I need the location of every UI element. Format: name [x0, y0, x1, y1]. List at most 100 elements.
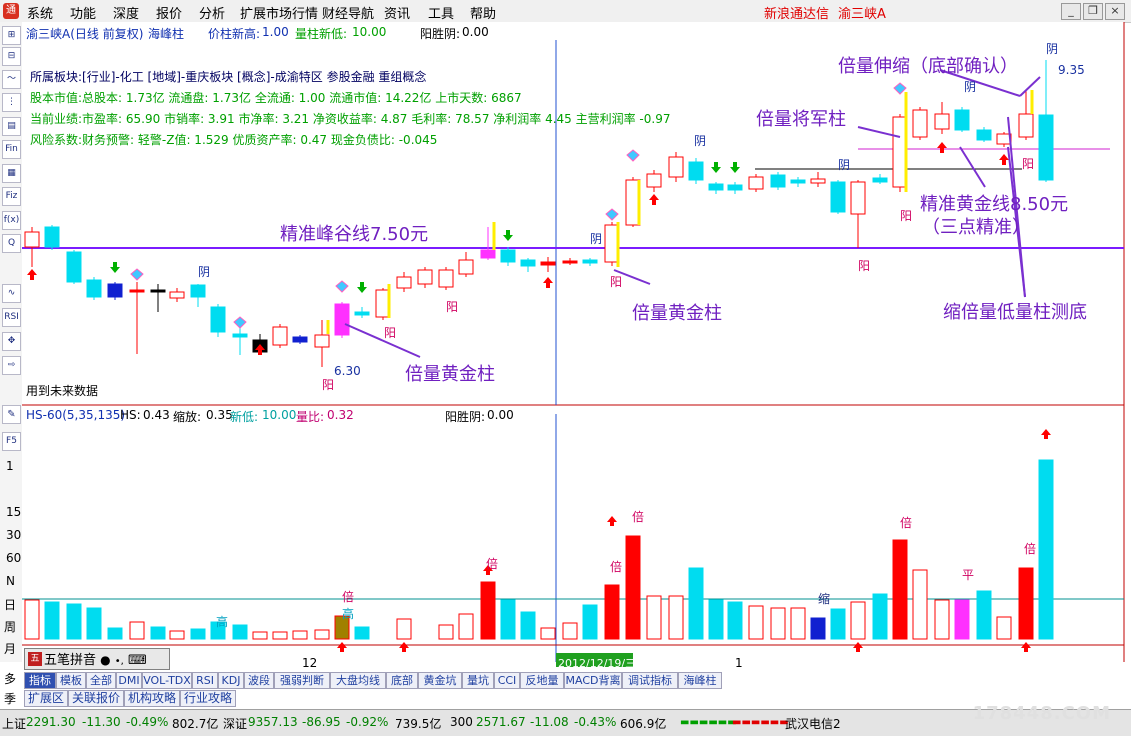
candle-body [850, 181, 866, 215]
tab-all[interactable]: 全部 [86, 672, 116, 689]
info-sector: 所属板块:[行业]-化工 [地域]-重庆板块 [概念]-成渝特区 参股金融 重组… [30, 70, 427, 84]
vol-ratio-value: 0.32 [327, 408, 354, 422]
info-risk: 风险系数:财务预警: 轻警-Z值: 1.529 优质资产率: 0.47 现金负债… [30, 133, 438, 147]
annot-golden-pillar-2: 倍量黄金柱 [632, 303, 722, 324]
y-axis-60: 60 [6, 551, 22, 565]
hs-label: HS: [120, 408, 141, 422]
candle-body [668, 156, 684, 178]
minimize-icon[interactable]: _ [1061, 3, 1081, 20]
volume-bar [668, 595, 684, 640]
yin-label: 阴 [1046, 42, 1059, 56]
candle-body [770, 174, 786, 188]
annot-shrink-test: 缩倍量低量柱测底 [943, 302, 1087, 323]
volume-bar [562, 622, 578, 640]
annot-three-points: （三点精准） [922, 217, 1030, 238]
ime-fullwidth-icon[interactable]: ● [100, 653, 110, 667]
menu-depth[interactable]: 深度 [113, 3, 139, 22]
tab-ext-area[interactable]: 扩展区 [24, 690, 68, 707]
volume-bar [150, 626, 166, 640]
ime-toolbar[interactable]: 五五笔拼音 ● •, ⌨ [24, 648, 170, 670]
ime-label: 五笔拼音 [44, 653, 97, 668]
info-performance: 当前业绩:市盈率: 65.90 市销率: 3.91 市净率: 3.21 净资收益… [30, 112, 671, 126]
tab-anti-low-vol[interactable]: 反地量 [520, 672, 564, 689]
candle-body [232, 333, 248, 338]
volume-bar [86, 607, 102, 640]
period-season[interactable]: 季 [4, 690, 16, 707]
volume-bar [232, 624, 248, 640]
yang-label: 阳 [322, 378, 335, 392]
menu-tools[interactable]: 工具 [428, 3, 454, 22]
volume-bar [500, 599, 516, 640]
volume-bar [354, 626, 370, 640]
tab-indicator[interactable]: 指标 [24, 672, 56, 689]
tab-macd-div[interactable]: MACD背离 [564, 672, 622, 689]
yin-label: 阴 [694, 134, 707, 148]
volume-bar [954, 599, 970, 640]
sh-amount: 802.7亿 [172, 717, 219, 731]
menu-analysis[interactable]: 分析 [199, 3, 225, 22]
restore-icon[interactable]: ❐ [1083, 3, 1103, 20]
tab-cci[interactable]: CCI [494, 672, 520, 689]
volume-bar [438, 624, 454, 640]
yang-label: 阳 [1022, 157, 1035, 171]
yin-label: 阴 [838, 158, 851, 172]
app-logo-icon: 通 [3, 3, 19, 19]
menu-ext-market[interactable]: 扩展市场行情 [240, 3, 318, 22]
candle-body [810, 178, 826, 184]
tab-rsi[interactable]: RSI [192, 672, 218, 689]
candle-body [1038, 114, 1054, 181]
menu-news[interactable]: 资讯 [384, 3, 410, 22]
menu-function[interactable]: 功能 [70, 3, 96, 22]
volume-bar [996, 616, 1012, 640]
ime-punct-icon[interactable]: •, [115, 656, 124, 667]
vol-ratio-label: 量比: [296, 410, 325, 424]
annot-peak-valley: 精准峰谷线7.50元 [280, 224, 429, 245]
tab-vol-pit[interactable]: 量坑 [462, 672, 494, 689]
tab-band[interactable]: 波段 [244, 672, 274, 689]
candle-body [44, 226, 60, 248]
tab-dmi[interactable]: DMI [116, 672, 142, 689]
volume-bar [892, 539, 908, 640]
i300-change: -11.08 [530, 715, 569, 729]
tab-kdj[interactable]: KDJ [218, 672, 244, 689]
menu-help[interactable]: 帮助 [470, 3, 496, 22]
tab-ind-strategy[interactable]: 行业攻略 [180, 690, 236, 707]
close-icon[interactable]: × [1105, 3, 1125, 20]
tab-strength[interactable]: 强弱判断 [274, 672, 330, 689]
yang-label: 阳 [858, 259, 871, 273]
candle-body [66, 251, 82, 283]
tab-haifeng[interactable]: 海峰柱 [678, 672, 722, 689]
tab-template[interactable]: 模板 [56, 672, 86, 689]
volume-bar [625, 535, 641, 640]
candle-body [480, 249, 496, 259]
candle-body [396, 276, 412, 289]
volume-bar [107, 627, 123, 640]
y-axis-1: 1 [6, 459, 14, 473]
menu-system[interactable]: 系统 [27, 3, 53, 22]
high-price-label: 9.35 [1058, 63, 1085, 77]
candle-body [562, 260, 578, 264]
candle-body [1018, 113, 1034, 138]
candle-body [210, 306, 226, 333]
tab-inst-strategy[interactable]: 机构攻略 [124, 690, 180, 707]
sh-label: 上证 [2, 717, 27, 731]
menu-quote[interactable]: 报价 [156, 3, 182, 22]
volume-bar [872, 593, 888, 640]
yin-label: 阴 [198, 265, 211, 279]
tab-vol-tdx[interactable]: VOL-TDX [142, 672, 192, 689]
i300-pct: -0.43% [574, 715, 617, 729]
i300-label: 300 [450, 715, 473, 729]
tab-bottom[interactable]: 底部 [386, 672, 418, 689]
tab-golden-pit[interactable]: 黄金坑 [418, 672, 462, 689]
tab-related-quote[interactable]: 关联报价 [68, 690, 124, 707]
bei-label: 倍 [486, 557, 499, 571]
info-capital: 股本市值:总股本: 1.73亿 流通盘: 1.73亿 全流通: 1.00 流通市… [30, 91, 522, 105]
volume-bar [604, 584, 620, 640]
tab-debug[interactable]: 调试指标 [622, 672, 678, 689]
tab-market-ma[interactable]: 大盘均线 [330, 672, 386, 689]
keyboard-icon[interactable]: ⌨ [128, 653, 147, 668]
window-controls: _ ❐ × [1059, 3, 1125, 20]
suo-label: 缩 [818, 592, 831, 606]
watermark: 178448.COM [972, 703, 1111, 724]
menu-fin-nav[interactable]: 财经导航 [322, 3, 374, 22]
